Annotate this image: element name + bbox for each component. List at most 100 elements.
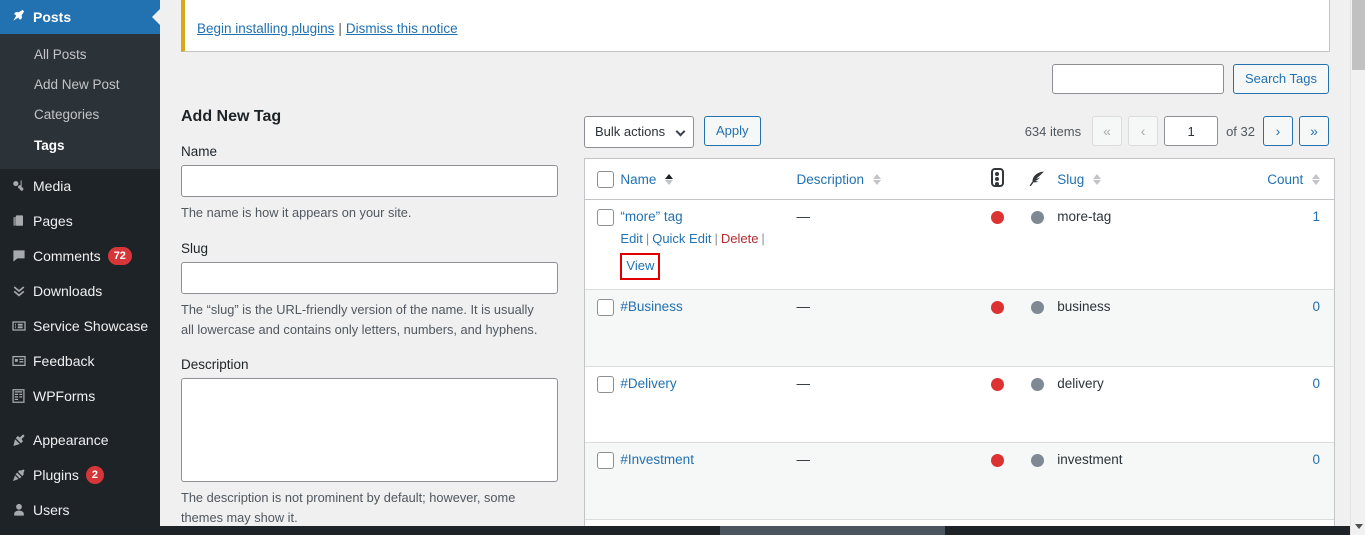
vertical-scrollbar[interactable] [1350, 0, 1365, 535]
name-field-help: The name is how it appears on your site. [181, 205, 412, 220]
count-link[interactable]: 1 [1312, 209, 1320, 224]
row-name-cell: #Investment [620, 441, 797, 520]
row-checkbox[interactable] [597, 451, 614, 469]
tag-name-link[interactable]: #Business [620, 299, 682, 314]
form-title: Add New Tag [181, 108, 282, 125]
sidebar-item-appearance[interactable]: Appearance [0, 423, 160, 458]
horizontal-scrollbar[interactable] [160, 526, 1350, 535]
row-action-edit[interactable]: Edit [620, 231, 642, 246]
count-link[interactable]: 0 [1312, 376, 1320, 391]
column-header-readability[interactable] [1017, 159, 1058, 200]
next-page-button[interactable]: › [1263, 116, 1293, 146]
tag-description-textarea[interactable] [181, 378, 558, 483]
column-header-slug[interactable]: Slug [1057, 159, 1246, 200]
add-new-tag-form: Add New Tag Name The name is how it appe… [181, 108, 561, 535]
sort-arrows-name-icon [665, 174, 674, 186]
row-seo-cell [977, 365, 1018, 443]
row-description-cell: — [796, 365, 978, 443]
total-pages-label: of 32 [1226, 123, 1255, 139]
table-row: “more” tag Edit | Quick Edit | Delete | View … [585, 199, 1334, 290]
sidebar-item-downloads[interactable]: Downloads [0, 274, 160, 309]
first-page-button[interactable]: « [1092, 116, 1123, 146]
column-header-count-label: Count [1267, 171, 1304, 187]
sidebar-item-posts[interactable]: Posts [0, 0, 160, 34]
sidebar-item-service-showcase[interactable]: Service Showcase [0, 309, 160, 344]
tags-table: Name Description Slug Count “more” tag E… [585, 159, 1334, 535]
slug-field-label: Slug [181, 240, 209, 256]
row-checkbox[interactable] [597, 375, 614, 393]
count-link[interactable]: 0 [1312, 452, 1320, 467]
tag-name-link[interactable]: “more” tag [620, 209, 682, 224]
readability-icon [1027, 170, 1047, 188]
sidebar-item-comments[interactable]: Comments 72 [0, 239, 160, 274]
row-checkbox-cell [585, 199, 621, 290]
tag-name-link-wrap: #Business [620, 299, 796, 314]
row-name-cell: #Delivery [620, 365, 797, 443]
row-slug-cell: delivery [1057, 365, 1246, 443]
pages-icon [11, 213, 33, 229]
sidebar-item-tools[interactable]: Tools [0, 528, 160, 535]
last-page-button[interactable]: » [1299, 116, 1329, 146]
dismiss-notice-link[interactable]: Dismiss this notice [346, 21, 458, 36]
bulk-actions-select[interactable]: Bulk actions [584, 116, 694, 148]
sidebar-item-wpforms[interactable]: WPForms [0, 379, 160, 414]
row-checkbox[interactable] [597, 209, 614, 226]
chevron-down-icon [675, 126, 686, 137]
select-all-checkbox[interactable] [597, 170, 614, 188]
sidebar-item-pages[interactable]: Pages [0, 204, 160, 239]
feedback-icon [11, 354, 33, 368]
count-link[interactable]: 0 [1312, 299, 1320, 314]
sidebar-subitem-add-new-post[interactable]: Add New Post [0, 70, 160, 100]
plugin-install-notice: This theme recommends the following plug… [181, 0, 1330, 53]
sidebar-subitem-categories[interactable]: Categories [0, 100, 160, 130]
showcase-icon [11, 319, 33, 333]
current-page-input[interactable] [1164, 116, 1219, 146]
sidebar-item-plugins[interactable]: Plugins 2 [0, 458, 160, 493]
wordpress-admin-screen: Posts All Posts Add New Post Categories … [0, 0, 1365, 535]
row-action-delete[interactable]: Delete [721, 231, 759, 246]
sidebar-item-users[interactable]: Users [0, 493, 160, 528]
sidebar-comments-label: Comments [33, 248, 101, 265]
vertical-scrollbar-thumb[interactable] [1352, 0, 1365, 70]
tag-name-link[interactable]: #Investment [620, 452, 694, 467]
notice-actions: Begin installing plugins | Dismiss this no… [197, 18, 1317, 40]
table-row: #Delivery — delivery 0 [585, 365, 1334, 443]
seo-score-dot [990, 210, 1004, 224]
tag-name-link-wrap: #Delivery [620, 376, 796, 391]
column-header-name[interactable]: Name [620, 159, 797, 200]
tag-name-link-wrap: “more” tag [620, 209, 796, 224]
tag-name-link[interactable]: #Delivery [620, 376, 676, 391]
seo-score-dot [990, 453, 1004, 467]
search-tags-button[interactable]: Search Tags [1232, 64, 1329, 94]
sidebar-item-media[interactable]: Media [0, 169, 160, 204]
column-header-count[interactable]: Count [1245, 159, 1334, 200]
row-slug-cell: investment [1057, 441, 1246, 520]
tags-table-wrapper: Name Description Slug Count “more” tag E… [584, 158, 1335, 535]
row-checkbox-cell [585, 288, 621, 367]
pagination: 634 items « ‹ of 32 › » [1025, 116, 1329, 146]
prev-page-button[interactable]: ‹ [1128, 116, 1159, 146]
tag-slug-input[interactable] [181, 261, 558, 294]
column-header-description[interactable]: Description [796, 159, 978, 200]
media-icon [11, 178, 33, 194]
column-header-seo-score[interactable] [977, 159, 1018, 200]
readability-dot [1030, 210, 1044, 224]
row-checkbox-cell [585, 441, 621, 520]
horizontal-scrollbar-thumb[interactable] [720, 526, 945, 535]
begin-installing-plugins-link[interactable]: Begin installing plugins [197, 21, 334, 36]
row-checkbox[interactable] [597, 298, 614, 316]
apply-button[interactable]: Apply [704, 116, 761, 146]
row-action-view[interactable]: View [620, 252, 661, 280]
select-all-header [585, 159, 621, 200]
scroll-down-arrow-icon[interactable] [1355, 524, 1363, 529]
search-input[interactable] [1051, 64, 1224, 94]
tag-name-input[interactable] [181, 165, 558, 197]
sidebar-item-feedback[interactable]: Feedback [0, 344, 160, 379]
bulk-actions-label: Bulk actions [595, 124, 666, 139]
row-count-cell: 1 [1245, 199, 1334, 290]
row-action-quick-edit[interactable]: Quick Edit [652, 231, 711, 246]
table-header: Name Description Slug Count [585, 159, 1334, 200]
sidebar-subitem-all-posts[interactable]: All Posts [0, 40, 160, 70]
sidebar-subitem-tags[interactable]: Tags [0, 131, 160, 161]
comments-icon [11, 248, 33, 264]
